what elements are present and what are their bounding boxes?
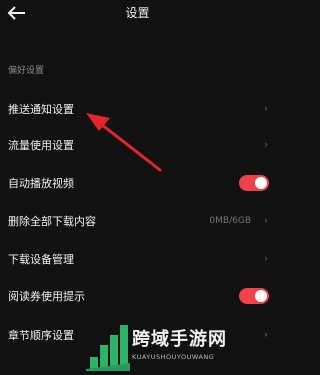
watermark-logo-icon	[86, 325, 130, 371]
annotation-arrow-icon	[86, 113, 162, 172]
watermark-subtext: KUAYUSHOUYOUWANG	[132, 353, 215, 361]
watermark: 跨域手游网 KUAYUSHOUYOUWANG	[86, 323, 275, 374]
watermark-text: 跨域手游网	[132, 329, 227, 350]
